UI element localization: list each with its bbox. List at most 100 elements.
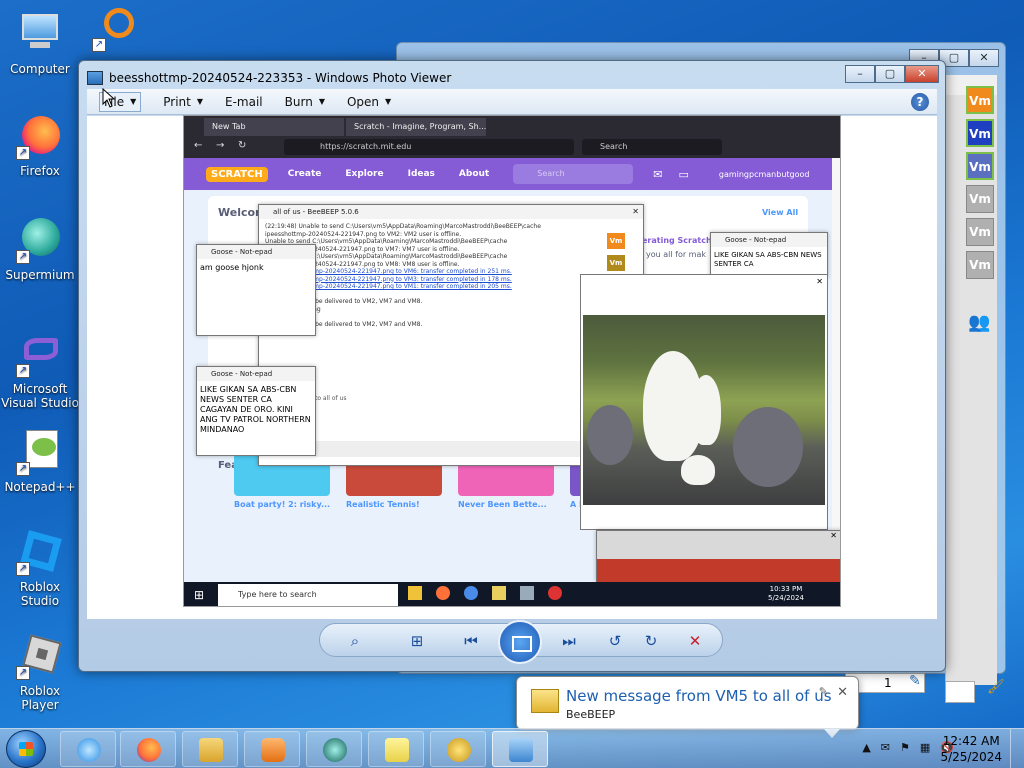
goose-note-title: Goose - Not-epad — [197, 367, 315, 381]
desktop-icon-visual-studio[interactable]: ↗ Microsoft Visual Studio — [0, 330, 80, 410]
show-desktop-button[interactable] — [1010, 729, 1024, 768]
flag-icon[interactable]: ⚑ — [900, 741, 910, 754]
view-all-link: View All — [762, 208, 799, 217]
minimize-button[interactable]: – — [845, 65, 875, 83]
beebeep-tray-icon[interactable]: ✉ — [881, 741, 890, 754]
goose-note-text: am goose hjonk — [200, 263, 264, 272]
desktop-icon-roblox-player[interactable]: ↗ Roblox Player — [0, 632, 80, 712]
tab-new-tab: New Tab — [204, 118, 344, 136]
control-bar: ⌕ ⊞ ⏮ ⏭ ↺ ↻ ✕ — [319, 620, 723, 664]
menu-burn[interactable]: Burn ▼ — [285, 95, 325, 109]
close-icon: ✕ — [830, 531, 837, 540]
vm-button-list: Vm Vm Vm Vm Vm Vm 👥 — [966, 86, 996, 333]
inner-clock: 10:33 PM 5/24/2024 — [768, 585, 804, 602]
taskbar-button[interactable] — [306, 731, 362, 767]
desktop-icon-computer[interactable]: Computer — [0, 10, 80, 76]
zoom-icon[interactable]: ⌕ — [344, 632, 366, 650]
chat-target: to all of us — [315, 395, 347, 402]
rotate-right-icon[interactable]: ↻ — [640, 632, 662, 650]
pigeon-figure — [587, 405, 633, 465]
menu-email[interactable]: E-mail — [225, 95, 263, 109]
scratch-nav-create: Create — [287, 169, 322, 179]
taskbar-button[interactable] — [120, 731, 176, 767]
window-controls: – ▢ ✕ — [845, 65, 939, 83]
help-icon[interactable]: ? — [911, 93, 929, 111]
share-icon[interactable]: ✎ — [909, 673, 929, 693]
taskbar-button-active[interactable] — [492, 731, 548, 767]
close-icon: ✕ — [632, 207, 639, 216]
beebeep-title: all of us - BeeBEEP 5.0.6 ✕ — [259, 205, 643, 219]
chevron-up-icon[interactable]: ▲ — [862, 741, 870, 754]
small-overlay-window: ✕ — [596, 530, 840, 583]
firefox-tab-strip: New Tab Scratch - Imagine, Program, Sh..… — [184, 116, 840, 136]
vm-button[interactable]: Vm — [966, 119, 994, 147]
scratch-nav-about: About — [458, 169, 490, 179]
menu-print[interactable]: Print ▼ — [163, 95, 203, 109]
previous-icon[interactable]: ⏮ — [460, 632, 482, 650]
notification-app: BeeBEEP — [566, 708, 616, 721]
close-button[interactable]: ✕ — [905, 65, 939, 83]
notepad-plus-plus-icon: ↗ — [16, 428, 64, 476]
photo-viewer-window[interactable]: beesshottmp-20240524-223353 - Windows Ph… — [78, 60, 946, 672]
taskbar-button[interactable] — [430, 731, 486, 767]
envelope-icon — [531, 689, 559, 713]
desktop-icon-firefox[interactable]: ↗ Firefox — [0, 112, 80, 178]
taskbar: ▲ ✉ ⚑ ▦ 🔇 12:42 AM 5/25/2024 — [0, 728, 1024, 768]
taskbar-button[interactable] — [182, 731, 238, 767]
start-button[interactable] — [6, 730, 46, 768]
firefox-navbar: ← → ↻ https://scratch.mit.edu Search — [184, 136, 840, 158]
vm-button[interactable]: Vm — [966, 152, 994, 180]
goose-note-text: LIKE GIKAN SA ABS-CBN NEWS SENTER CA — [714, 251, 822, 268]
inner-taskbar: ⊞ Type here to search 10:33 PM 5/24/2024 — [184, 582, 840, 606]
slideshow-button[interactable] — [498, 620, 542, 664]
pin-icon[interactable]: ✎ — [819, 685, 828, 698]
computer-icon — [16, 10, 64, 58]
goose-note-title: Goose - Not-epad — [711, 233, 827, 247]
network-icon[interactable]: ▦ — [920, 741, 930, 754]
chat-log-line: Unable to send C:\Users\vm5\AppData\Roam… — [265, 238, 508, 245]
desktop-icon-notepad-plus-plus[interactable]: ↗ Notepad++ — [0, 428, 80, 494]
roblox-player-icon: ↗ — [16, 632, 64, 680]
brush-icon[interactable]: 🖌 — [987, 679, 1007, 699]
taskbar-button[interactable] — [60, 731, 116, 767]
desktop-icon-supermium[interactable]: ↗ Supermium — [0, 216, 80, 282]
inner-taskbar-apps — [408, 586, 608, 604]
beebeep-icon — [447, 738, 471, 762]
rotate-left-icon[interactable]: ↺ — [604, 632, 626, 650]
forward-icon: → — [216, 140, 225, 151]
close-button[interactable]: ✕ — [969, 49, 999, 67]
supermium-icon — [323, 738, 347, 762]
scratch-navbar: SCRATCH Create Explore Ideas About Searc… — [184, 158, 832, 190]
group-users-icon[interactable]: 👥 — [968, 312, 994, 336]
featured-card-title: Boat party! 2: risky... — [234, 500, 331, 509]
featured-card-title: Realistic Tennis! — [346, 500, 420, 509]
internet-explorer-icon — [77, 738, 101, 762]
next-icon[interactable]: ⏭ — [558, 632, 580, 650]
vm-badge: Vm — [607, 255, 625, 271]
goose-note-text: LIKE GIKAN SA ABS-CBN NEWS SENTER CA CAG… — [200, 385, 311, 434]
clock[interactable]: 12:42 AM 5/25/2024 — [940, 733, 1002, 765]
menu-open[interactable]: Open ▼ — [347, 95, 391, 109]
delete-icon[interactable]: ✕ — [684, 632, 706, 650]
folder-icon: ▭ — [678, 167, 689, 181]
goose-figure — [681, 455, 715, 485]
visual-studio-icon: ↗ — [16, 330, 64, 378]
vm-button[interactable]: Vm — [966, 218, 994, 246]
back-icon: ← — [194, 140, 203, 151]
chat-input[interactable] — [945, 681, 975, 703]
close-icon[interactable]: ✕ — [837, 685, 848, 700]
goose-note-right: Goose - Not-epad LIKE GIKAN SA ABS-CBN N… — [710, 232, 828, 278]
taskbar-button[interactable] — [368, 731, 424, 767]
scratch-logo: SCRATCH — [206, 166, 268, 182]
beebeep-notification[interactable]: New message from VM5 to all of us BeeBEE… — [516, 676, 859, 738]
chat-log-line: (22:19:48) Unable to send C:\Users\vm5\A… — [265, 223, 541, 230]
vm-button[interactable]: Vm — [966, 251, 994, 279]
desktop-icon-roblox-studio[interactable]: ↗ Roblox Studio — [0, 528, 80, 608]
scratch-nav-ideas: Ideas — [407, 169, 435, 179]
shortcut-app-icon[interactable]: ↗ — [92, 8, 138, 54]
taskbar-button[interactable] — [244, 731, 300, 767]
vm-button[interactable]: Vm — [966, 86, 994, 114]
maximize-button[interactable]: ▢ — [875, 65, 905, 83]
actual-size-icon[interactable]: ⊞ — [406, 632, 428, 650]
vm-button[interactable]: Vm — [966, 185, 994, 213]
